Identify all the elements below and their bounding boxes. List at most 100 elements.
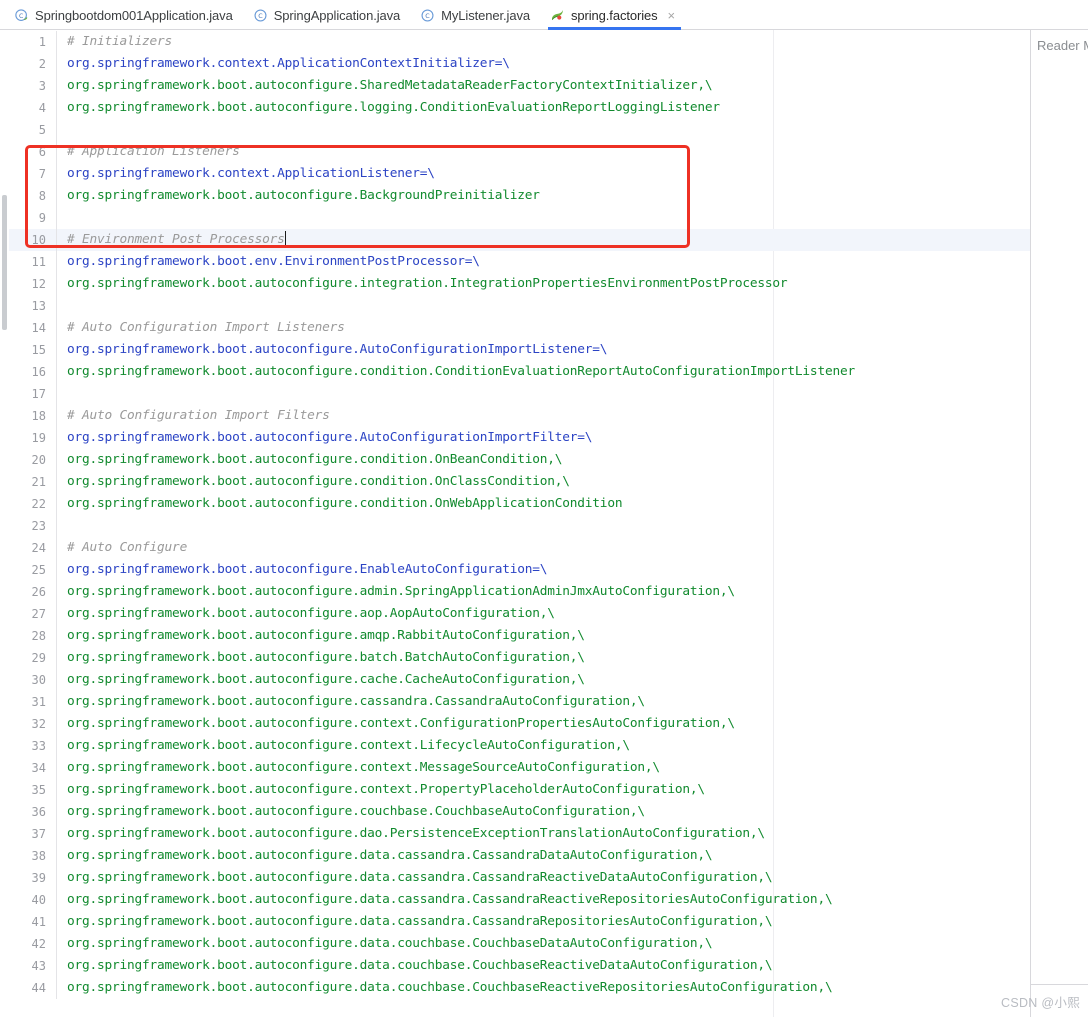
line-number: 23	[31, 519, 46, 533]
code-line[interactable]: 27 org.springframework.boot.autoconfigure…	[9, 603, 1030, 625]
code-text[interactable]: # Auto Configure	[56, 537, 1030, 559]
code-text[interactable]: org.springframework.boot.env.Environment…	[56, 251, 1030, 273]
editor-tab-mylistener-java[interactable]: C MyListener.java	[412, 0, 542, 30]
code-line[interactable]: 11 org.springframework.boot.env.Environme…	[9, 251, 1030, 273]
code-line[interactable]: 2 org.springframework.context.Application…	[9, 53, 1030, 75]
gutter-separator	[56, 119, 57, 141]
code-text[interactable]: org.springframework.boot.autoconfigure.d…	[56, 845, 1030, 867]
code-line[interactable]: 32 org.springframework.boot.autoconfigure…	[9, 713, 1030, 735]
line-number: 3	[38, 79, 46, 93]
code-text[interactable]: org.springframework.boot.autoconfigure.c…	[56, 471, 1030, 493]
code-text[interactable]: org.springframework.boot.autoconfigure.i…	[56, 273, 1030, 295]
editor-tab-springbootdom001application-java[interactable]: C Springbootdom001Application.java	[6, 0, 245, 30]
code-line[interactable]: 17	[9, 383, 1030, 405]
code-line[interactable]: 14 # Auto Configuration Import Listeners	[9, 317, 1030, 339]
code-line[interactable]: 30 org.springframework.boot.autoconfigure…	[9, 669, 1030, 691]
code-line[interactable]: 44 org.springframework.boot.autoconfigure…	[9, 977, 1030, 999]
code-text[interactable]: # Application Listeners	[56, 141, 1030, 163]
code-line[interactable]: 10 # Environment Post Processors	[9, 229, 1030, 251]
code-text[interactable]: org.springframework.boot.autoconfigure.c…	[56, 801, 1030, 823]
code-text[interactable]: org.springframework.boot.autoconfigure.c…	[56, 713, 1030, 735]
code-text[interactable]: org.springframework.boot.autoconfigure.S…	[56, 75, 1030, 97]
code-line[interactable]: 34 org.springframework.boot.autoconfigure…	[9, 757, 1030, 779]
code-line[interactable]: 3 org.springframework.boot.autoconfigure.…	[9, 75, 1030, 97]
code-line[interactable]: 6 # Application Listeners	[9, 141, 1030, 163]
code-line[interactable]: 5	[9, 119, 1030, 141]
code-text[interactable]: org.springframework.boot.autoconfigure.d…	[56, 977, 1030, 999]
code-line[interactable]: 28 org.springframework.boot.autoconfigure…	[9, 625, 1030, 647]
close-icon[interactable]: ×	[668, 9, 676, 22]
code-text[interactable]: org.springframework.boot.autoconfigure.d…	[56, 911, 1030, 933]
code-text[interactable]: org.springframework.boot.autoconfigure.d…	[56, 889, 1030, 911]
code-line[interactable]: 15 org.springframework.boot.autoconfigure…	[9, 339, 1030, 361]
code-line[interactable]: 40 org.springframework.boot.autoconfigure…	[9, 889, 1030, 911]
code-line[interactable]: 13	[9, 295, 1030, 317]
code-line[interactable]: 8 org.springframework.boot.autoconfigure.…	[9, 185, 1030, 207]
code-text[interactable]: org.springframework.context.ApplicationC…	[56, 53, 1030, 75]
code-text[interactable]: org.springframework.boot.autoconfigure.b…	[56, 647, 1030, 669]
code-line[interactable]: 1 # Initializers	[9, 31, 1030, 53]
code-text[interactable]: org.springframework.boot.autoconfigure.l…	[56, 97, 1030, 119]
editor-left-marker-strip[interactable]	[0, 30, 9, 1017]
code-text[interactable]: org.springframework.boot.autoconfigure.d…	[56, 955, 1030, 977]
code-line[interactable]: 35 org.springframework.boot.autoconfigure…	[9, 779, 1030, 801]
code-token-value: org.springframework.boot.autoconfigure.l…	[67, 100, 720, 115]
code-line[interactable]: 16 org.springframework.boot.autoconfigure…	[9, 361, 1030, 383]
code-text[interactable]: org.springframework.boot.autoconfigure.c…	[56, 779, 1030, 801]
code-line[interactable]: 25 org.springframework.boot.autoconfigure…	[9, 559, 1030, 581]
code-scroll-area[interactable]: 1 # Initializers 2 org.springframework.cont…	[9, 30, 1030, 1017]
code-text[interactable]: org.springframework.boot.autoconfigure.A…	[56, 339, 1030, 361]
code-line[interactable]: 9	[9, 207, 1030, 229]
code-text[interactable]: org.springframework.boot.autoconfigure.d…	[56, 867, 1030, 889]
code-line[interactable]: 42 org.springframework.boot.autoconfigure…	[9, 933, 1030, 955]
code-text[interactable]: # Environment Post Processors	[56, 229, 1030, 251]
code-line[interactable]: 36 org.springframework.boot.autoconfigure…	[9, 801, 1030, 823]
editor-tab-spring-factories[interactable]: spring.factories ×	[542, 0, 687, 30]
code-line[interactable]: 26 org.springframework.boot.autoconfigure…	[9, 581, 1030, 603]
code-line[interactable]: 4 org.springframework.boot.autoconfigure.…	[9, 97, 1030, 119]
code-line[interactable]: 7 org.springframework.context.Application…	[9, 163, 1030, 185]
code-text[interactable]: org.springframework.boot.autoconfigure.d…	[56, 933, 1030, 955]
code-line[interactable]: 43 org.springframework.boot.autoconfigure…	[9, 955, 1030, 977]
reader-mode-panel[interactable]: Reader M	[1030, 30, 1088, 1017]
code-text[interactable]: org.springframework.boot.autoconfigure.a…	[56, 625, 1030, 647]
code-text[interactable]: org.springframework.boot.autoconfigure.A…	[56, 427, 1030, 449]
code-line[interactable]: 37 org.springframework.boot.autoconfigure…	[9, 823, 1030, 845]
code-line[interactable]: 22 org.springframework.boot.autoconfigure…	[9, 493, 1030, 515]
code-line[interactable]: 18 # Auto Configuration Import Filters	[9, 405, 1030, 427]
code-text[interactable]: org.springframework.boot.autoconfigure.d…	[56, 823, 1030, 845]
code-line[interactable]: 24 # Auto Configure	[9, 537, 1030, 559]
code-text[interactable]: org.springframework.boot.autoconfigure.c…	[56, 691, 1030, 713]
code-text[interactable]: org.springframework.context.ApplicationL…	[56, 163, 1030, 185]
code-line[interactable]: 33 org.springframework.boot.autoconfigure…	[9, 735, 1030, 757]
code-text[interactable]: org.springframework.boot.autoconfigure.c…	[56, 493, 1030, 515]
code-text[interactable]: # Auto Configuration Import Filters	[56, 405, 1030, 427]
code-text[interactable]: org.springframework.boot.autoconfigure.c…	[56, 449, 1030, 471]
editor-scrollbar-thumb[interactable]	[2, 195, 7, 330]
code-text[interactable]: org.springframework.boot.autoconfigure.a…	[56, 603, 1030, 625]
code-token-key: org.springframework.boot.autoconfigure.A…	[67, 342, 608, 357]
code-line[interactable]: 21 org.springframework.boot.autoconfigure…	[9, 471, 1030, 493]
code-lines[interactable]: 1 # Initializers 2 org.springframework.cont…	[9, 30, 1030, 999]
code-line[interactable]: 31 org.springframework.boot.autoconfigure…	[9, 691, 1030, 713]
code-line[interactable]: 19 org.springframework.boot.autoconfigure…	[9, 427, 1030, 449]
code-text[interactable]: # Initializers	[56, 31, 1030, 53]
code-text[interactable]: org.springframework.boot.autoconfigure.c…	[56, 757, 1030, 779]
code-line[interactable]: 29 org.springframework.boot.autoconfigure…	[9, 647, 1030, 669]
editor-tab-springapplication-java[interactable]: C SpringApplication.java	[245, 0, 412, 30]
code-text[interactable]: org.springframework.boot.autoconfigure.E…	[56, 559, 1030, 581]
code-text[interactable]: org.springframework.boot.autoconfigure.a…	[56, 581, 1030, 603]
code-line[interactable]: 20 org.springframework.boot.autoconfigure…	[9, 449, 1030, 471]
code-line[interactable]: 23	[9, 515, 1030, 537]
code-line[interactable]: 38 org.springframework.boot.autoconfigure…	[9, 845, 1030, 867]
code-text[interactable]: org.springframework.boot.autoconfigure.B…	[56, 185, 1030, 207]
code-text[interactable]: # Auto Configuration Import Listeners	[56, 317, 1030, 339]
code-line[interactable]: 12 org.springframework.boot.autoconfigure…	[9, 273, 1030, 295]
code-text[interactable]: org.springframework.boot.autoconfigure.c…	[56, 735, 1030, 757]
code-line[interactable]: 39 org.springframework.boot.autoconfigure…	[9, 867, 1030, 889]
code-text[interactable]: org.springframework.boot.autoconfigure.c…	[56, 361, 1030, 383]
java-class-spring-boot-icon: C	[14, 8, 29, 23]
code-line[interactable]: 41 org.springframework.boot.autoconfigure…	[9, 911, 1030, 933]
editor-pane[interactable]: 1 # Initializers 2 org.springframework.cont…	[0, 30, 1088, 1017]
code-text[interactable]: org.springframework.boot.autoconfigure.c…	[56, 669, 1030, 691]
